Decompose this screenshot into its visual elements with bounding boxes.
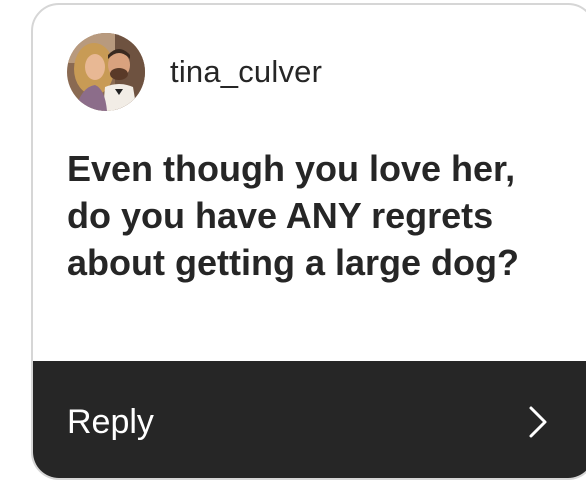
username[interactable]: tina_culver: [170, 54, 322, 90]
reply-label: Reply: [67, 403, 154, 441]
question-text: Even though you love her, do you have AN…: [67, 148, 519, 283]
question-card: tina_culver Even though you love her, do…: [31, 3, 586, 480]
avatar[interactable]: [67, 33, 145, 111]
chevron-right-icon: [529, 406, 547, 438]
reply-button[interactable]: Reply: [33, 361, 586, 478]
card-header: tina_culver: [67, 33, 322, 111]
avatar-photo: [67, 33, 145, 111]
